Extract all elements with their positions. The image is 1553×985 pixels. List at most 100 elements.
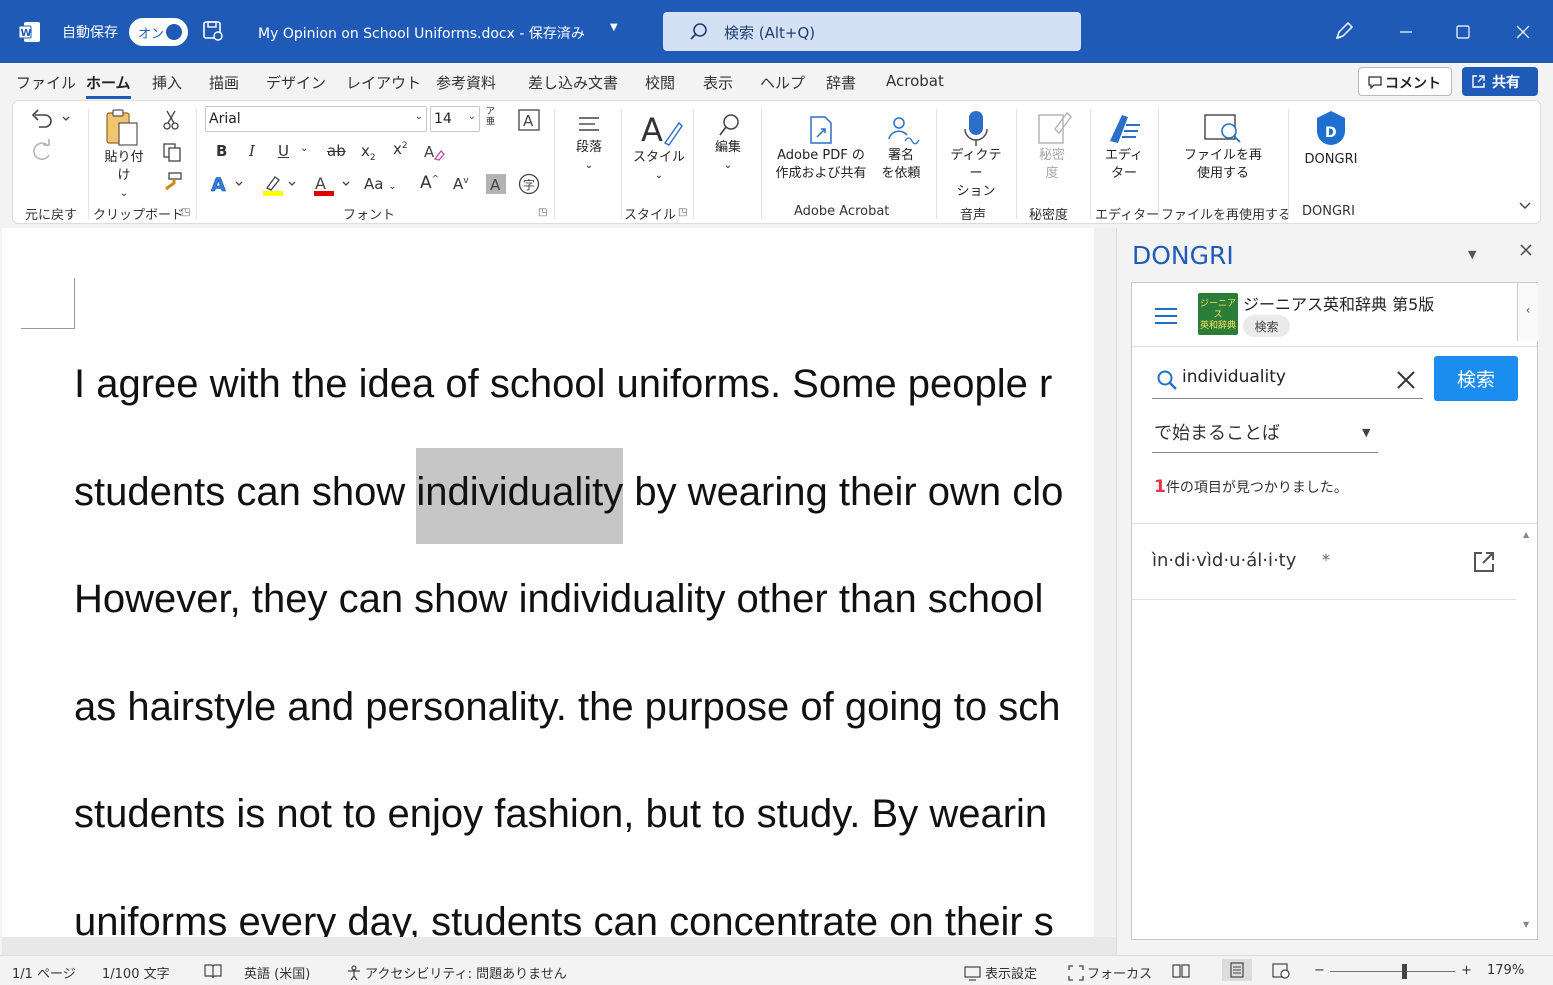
tab-file[interactable]: ファイル	[16, 72, 76, 93]
page-count[interactable]: 1/1 ページ	[12, 963, 76, 982]
zoom-out-button[interactable]: −	[1314, 963, 1325, 978]
cut-icon[interactable]	[161, 109, 181, 131]
close-window-button[interactable]	[1503, 14, 1543, 50]
dictionary-name[interactable]: ジーニアス英和辞典 第5版	[1243, 291, 1434, 315]
save-icon[interactable]	[202, 20, 224, 42]
web-layout-icon[interactable]	[1272, 963, 1293, 980]
grow-font-button[interactable]: A^	[420, 173, 439, 193]
group-label-acrobat: Adobe Acrobat	[794, 204, 890, 219]
bold-button[interactable]: B	[216, 142, 227, 160]
redo-icon[interactable]	[29, 139, 55, 163]
vertical-scrollbar[interactable]: ▲ ▼	[1517, 524, 1538, 939]
create-pdf-button[interactable]: Adobe PDF の 作成および共有	[769, 113, 873, 183]
font-color-icon[interactable]: A	[313, 173, 355, 197]
tab-view[interactable]: 表示	[703, 72, 733, 93]
scroll-up-icon[interactable]: ▲	[1523, 530, 1529, 539]
tab-acrobat[interactable]: Acrobat	[886, 72, 944, 90]
comment-button[interactable]: コメント	[1358, 67, 1452, 96]
print-layout-icon[interactable]	[1222, 959, 1252, 981]
zoom-in-button[interactable]: +	[1461, 963, 1472, 978]
list-item[interactable]: ìn·di·vìd·u·ál·i·ty *	[1132, 524, 1516, 600]
minimize-button[interactable]	[1386, 14, 1426, 50]
dictate-button[interactable]: ディクテー ション	[944, 109, 1008, 201]
superscript-button[interactable]: x2	[393, 140, 408, 158]
chevron-down-icon[interactable]: ▼	[610, 22, 618, 33]
maximize-button[interactable]	[1443, 14, 1483, 50]
tab-design[interactable]: デザイン	[266, 72, 326, 93]
designer-pen-icon[interactable]	[1333, 20, 1355, 42]
clear-formatting-icon[interactable]: A	[423, 141, 445, 163]
selected-word[interactable]: individuality	[416, 448, 624, 544]
word-count[interactable]: 1/100 文字	[102, 963, 170, 982]
proofing-icon[interactable]	[204, 963, 225, 980]
tab-dictionary[interactable]: 辞書	[826, 72, 856, 93]
format-painter-icon[interactable]	[161, 171, 183, 193]
strikethrough-button[interactable]: ab	[327, 142, 346, 160]
dialog-launcher-icon[interactable]: ◳	[678, 207, 687, 218]
undo-icon[interactable]	[29, 107, 75, 131]
tab-layout[interactable]: レイアウト	[346, 72, 421, 93]
highlight-color-icon[interactable]	[261, 173, 301, 197]
document-canvas[interactable]: I agree with the idea of school uniforms…	[2, 228, 1094, 937]
autosave-toggle[interactable]: オン	[129, 18, 188, 46]
search-box[interactable]: 検索 (Alt+Q)	[663, 12, 1081, 51]
paste-button[interactable]: 貼り付け ⌄	[101, 107, 147, 203]
open-external-icon[interactable]	[1472, 550, 1496, 574]
dialog-launcher-icon[interactable]: ◳	[538, 207, 547, 218]
styles-button[interactable]: A スタイル ⌄	[631, 109, 687, 185]
subscript-button[interactable]: x2	[361, 142, 376, 163]
character-border-icon[interactable]: A	[518, 109, 540, 131]
copy-icon[interactable]	[161, 141, 183, 163]
font-name-select[interactable]: Arial ⌄	[205, 106, 427, 132]
tab-mailings[interactable]: 差し込み文書	[528, 72, 618, 93]
reuse-files-button[interactable]: ファイルを再 使用する	[1173, 109, 1273, 183]
tab-review[interactable]: 校閲	[645, 72, 675, 93]
focus-button[interactable]: フォーカス	[1068, 963, 1152, 982]
dictionary-search-input[interactable]: individuality	[1182, 367, 1286, 387]
italic-button[interactable]: I	[249, 142, 255, 160]
chevron-down-icon[interactable]: ⌄	[300, 143, 308, 154]
search-mode-select[interactable]: で始まることば	[1154, 419, 1280, 445]
accessibility-status[interactable]: アクセシビリティ: 問題ありません	[346, 963, 567, 982]
read-mode-icon[interactable]	[1172, 963, 1193, 980]
text-effects-icon[interactable]: A	[211, 173, 251, 195]
enclose-characters-icon[interactable]: 字	[518, 173, 540, 195]
phonetic-guide-icon[interactable]: ア亜	[486, 107, 495, 127]
font-size-select[interactable]: 14 ⌄	[430, 106, 480, 132]
underline-button[interactable]: U	[278, 142, 289, 160]
display-settings-button[interactable]: 表示設定	[964, 963, 1037, 982]
editor-button[interactable]: エディ ター	[1098, 109, 1150, 183]
zoom-level[interactable]: 179%	[1487, 963, 1524, 978]
request-signature-button[interactable]: 署名 を依頼	[877, 113, 925, 183]
horizontal-scrollbar[interactable]	[2, 937, 1116, 955]
dongri-button[interactable]: D DONGRI	[1298, 109, 1364, 169]
shrink-font-button[interactable]: Av	[453, 175, 469, 193]
change-case-button[interactable]: Aa ⌄	[364, 175, 397, 193]
pane-options-chevron-icon[interactable]: ▼	[1468, 248, 1476, 261]
tab-help[interactable]: ヘルプ	[760, 72, 805, 93]
document-title[interactable]: My Opinion on School Uniforms.docx - 保存済…	[258, 23, 585, 43]
sensitivity-button[interactable]: 秘密 度	[1027, 109, 1077, 183]
collapse-chevron-icon[interactable]: ‹	[1517, 283, 1538, 341]
group-label-style: スタイル	[624, 208, 677, 223]
ribbon-collapse-icon[interactable]	[1518, 201, 1532, 211]
character-shading-icon[interactable]: A	[485, 173, 507, 195]
tab-insert[interactable]: 挿入	[152, 72, 182, 93]
hamburger-menu-icon[interactable]	[1154, 307, 1178, 325]
edit-button[interactable]: 編集 ⌄	[708, 111, 748, 175]
scroll-down-icon[interactable]: ▼	[1523, 920, 1529, 929]
paragraph-button[interactable]: 段落 ⌄	[569, 113, 609, 175]
dictionary-search-button[interactable]: 検索	[1434, 356, 1518, 401]
share-button[interactable]: 共有	[1462, 67, 1538, 96]
pane-close-icon[interactable]	[1518, 242, 1534, 258]
tab-draw[interactable]: 描画	[209, 72, 239, 93]
chevron-down-icon[interactable]: ▼	[1362, 426, 1370, 439]
zoom-slider[interactable]	[1330, 971, 1455, 972]
dialog-launcher-icon[interactable]: ◳	[181, 207, 190, 218]
zoom-slider-thumb[interactable]	[1402, 964, 1407, 979]
language-indicator[interactable]: 英語 (米国)	[244, 963, 310, 982]
chevron-down-icon[interactable]: ⌄	[101, 185, 147, 203]
tab-home[interactable]: ホーム	[86, 72, 131, 99]
clear-search-icon[interactable]	[1396, 370, 1416, 390]
tab-references[interactable]: 参考資料	[436, 72, 496, 93]
